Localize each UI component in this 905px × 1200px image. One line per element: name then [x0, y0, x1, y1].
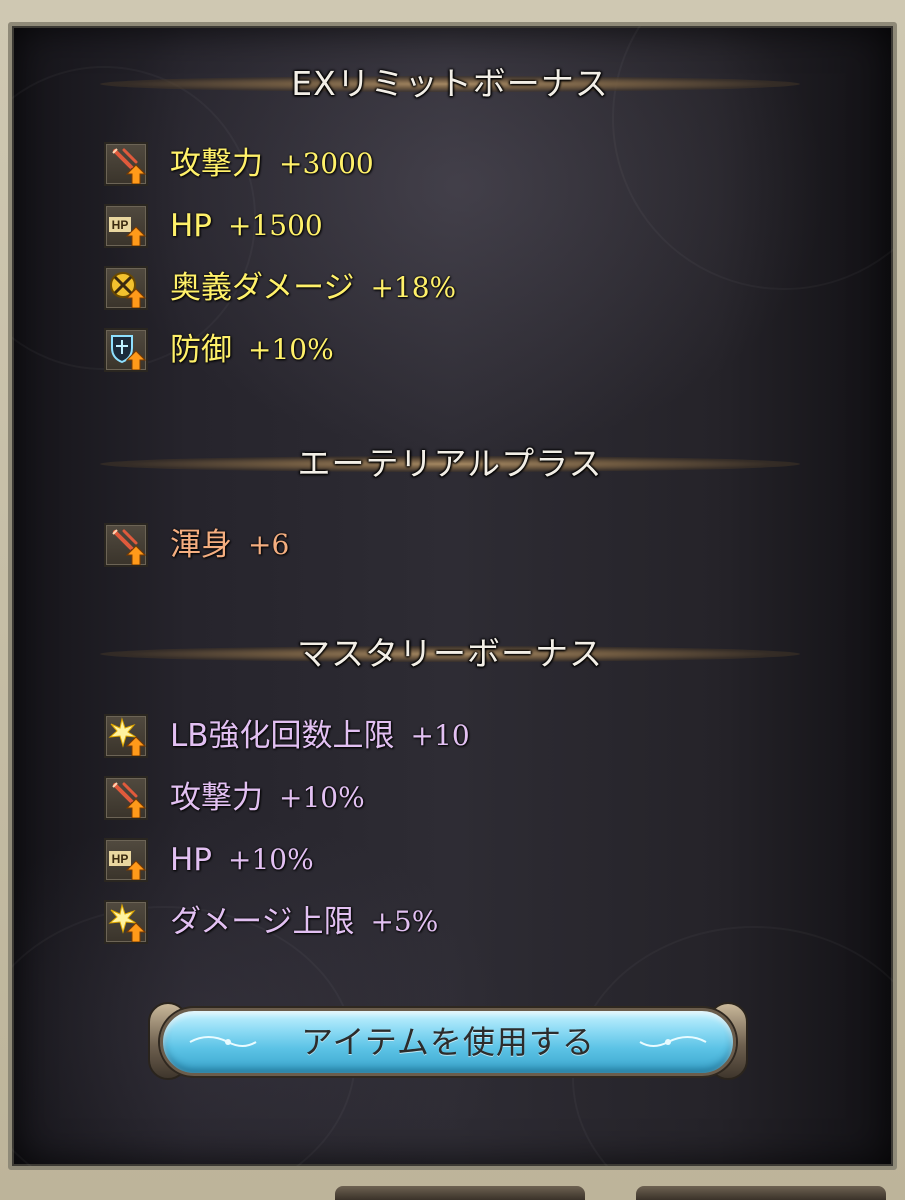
section-title: EXリミットボーナス	[291, 64, 609, 103]
bonus-row-attack: 攻撃力 +3000	[104, 140, 374, 188]
bonus-row-damage-cap: ダメージ上限 +5%	[104, 898, 438, 946]
use-item-button[interactable]: アイテムを使用する	[148, 1000, 748, 1084]
bonus-row-ougi-damage: 奥義ダメージ +18%	[104, 264, 456, 312]
defense-shield-icon	[104, 328, 148, 372]
bonus-value: +10%	[279, 781, 365, 814]
bonus-label: LB強化回数上限	[170, 718, 395, 754]
section-header-ex-limit: EXリミットボーナス	[100, 62, 800, 106]
bonus-detail-panel	[8, 22, 897, 1170]
attack-sword-icon	[104, 523, 148, 567]
svg-text:HP: HP	[112, 852, 129, 866]
bonus-label: 奥義ダメージ	[170, 270, 355, 306]
ougi-damage-icon	[104, 266, 148, 310]
bonus-row-defense: 防御 +10%	[104, 326, 334, 374]
bonus-value: +5%	[370, 905, 439, 938]
bonus-value: +10%	[228, 843, 314, 876]
star-burst-icon	[104, 714, 148, 758]
bottom-tab-partial[interactable]	[636, 1186, 886, 1200]
bonus-label: HP	[170, 842, 213, 878]
bottom-tab-partial[interactable]	[335, 1186, 585, 1200]
hp-icon: HP	[104, 838, 148, 882]
bonus-row-lb-limit: LB強化回数上限 +10	[104, 712, 470, 760]
star-burst-icon	[104, 900, 148, 944]
svg-text:HP: HP	[112, 218, 129, 232]
bonus-value: +10	[410, 719, 470, 752]
bonus-value: +1500	[228, 209, 323, 242]
bonus-row-mastery-hp: HP HP +10%	[104, 836, 314, 884]
bonus-label: ダメージ上限	[170, 904, 355, 940]
use-item-button-label: アイテムを使用する	[301, 1023, 595, 1061]
bonus-label: 渾身	[170, 527, 232, 563]
section-header-etherial-plus: エーテリアルプラス	[100, 442, 800, 486]
bonus-label: 攻撃力	[170, 146, 263, 182]
bonus-label: 攻撃力	[170, 780, 263, 816]
section-title: マスタリーボーナス	[297, 634, 603, 673]
section-title: エーテリアルプラス	[297, 444, 603, 483]
attack-sword-icon	[104, 142, 148, 186]
bonus-row-hp: HP HP +1500	[104, 202, 323, 250]
bonus-value: +6	[248, 528, 290, 561]
bonus-label: 防御	[170, 332, 232, 368]
bonus-row-mastery-attack: 攻撃力 +10%	[104, 774, 365, 822]
bonus-label: HP	[170, 208, 213, 244]
bonus-row-konshin: 渾身 +6	[104, 521, 289, 569]
attack-sword-icon	[104, 776, 148, 820]
bonus-value: +3000	[279, 147, 374, 180]
bonus-value: +18%	[370, 271, 457, 304]
hp-icon: HP	[104, 204, 148, 248]
section-header-mastery: マスタリーボーナス	[100, 632, 800, 676]
bonus-value: +10%	[248, 333, 334, 366]
